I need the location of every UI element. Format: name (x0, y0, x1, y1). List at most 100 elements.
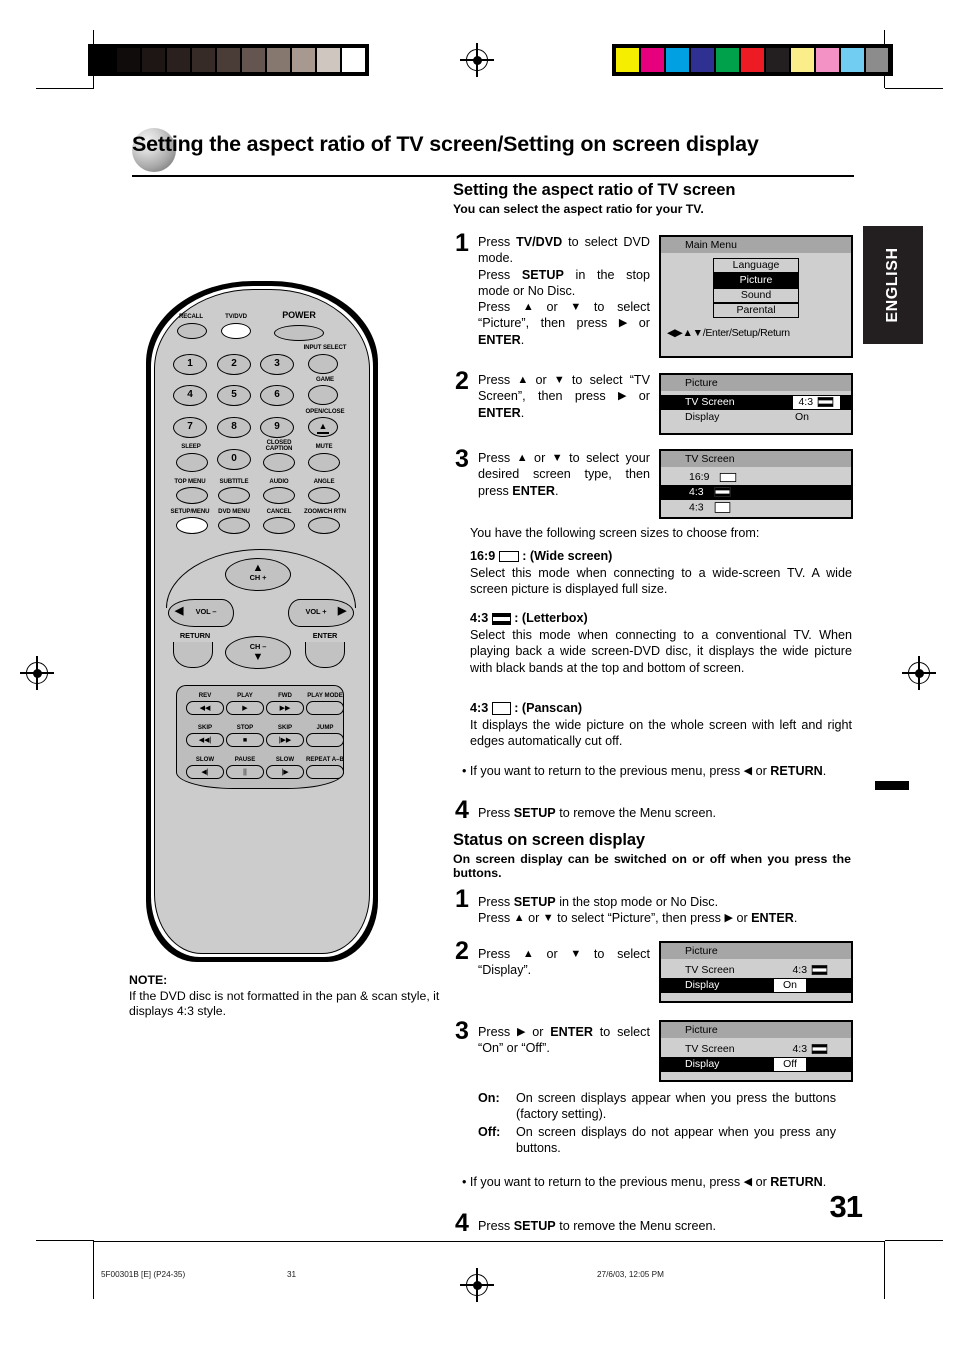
calibration-swatch-10 (866, 48, 889, 72)
step-number-a2: 2 (455, 367, 469, 395)
calibration-swatch-8 (816, 48, 839, 72)
mode-body-wide: Select this mode when connecting to a wi… (470, 566, 852, 597)
osd-main-menu-item-parental[interactable]: Parental (713, 303, 799, 318)
calibration-swatch-4 (192, 48, 215, 72)
calibration-swatch-3 (691, 48, 714, 72)
calibration-swatch-6 (242, 48, 265, 72)
tv-glyph-panscan-icon (714, 502, 730, 513)
osd-picture-display-off-title: Picture (661, 1022, 851, 1038)
calibration-swatch-6 (766, 48, 789, 72)
label-tvdvd: TV/DVD (225, 313, 247, 320)
label-7: 7 (187, 421, 193, 432)
return-bullet-aspect: • If you want to return to the previous … (462, 764, 827, 778)
osd-row-display[interactable]: Display On (661, 978, 851, 993)
crop-mark-top-right-h (885, 88, 943, 90)
note-title: NOTE: (129, 973, 168, 987)
tv-glyph-letterbox-icon (811, 965, 828, 976)
definition-on: On: On screen displays appear when you pr… (478, 1090, 848, 1123)
crop-mark-bottom-right-v (884, 1241, 886, 1299)
transport-button-jump[interactable] (306, 733, 344, 747)
osd-main-menu-item-language[interactable]: Language (713, 258, 799, 273)
transport-button-play[interactable]: ▶ (226, 701, 264, 715)
mode-name-panscan: : (Panscan) (514, 701, 583, 715)
osd-main-menu-item-picture[interactable]: Picture (713, 273, 799, 288)
osd-row-tv-screen[interactable]: TV Screen 4:3 (661, 963, 851, 978)
osd-row-display[interactable]: Display On (661, 410, 851, 425)
button-tvdvd[interactable] (221, 323, 251, 339)
osd-row-4-3-panscan[interactable]: 4:3 (661, 500, 851, 515)
transport-button-fwd[interactable]: ▶▶ (266, 701, 304, 715)
button-audio[interactable] (263, 487, 295, 504)
label-4: 4 (187, 389, 193, 400)
osd-row-label-16-9: 16:9 (689, 471, 710, 483)
label-vol-down: VOL – (195, 607, 217, 616)
remote-control-illustration: RECALL TV/DVD POWER 1 2 3 INPUT SELECT 4… (146, 281, 378, 962)
registration-mark-top (460, 43, 494, 77)
osd-row-value-display: Off (773, 1057, 807, 1072)
button-recall[interactable] (177, 323, 207, 339)
button-cancel[interactable] (263, 517, 295, 534)
footer-page-label: 31 (287, 1270, 297, 1279)
transport-button-stop[interactable]: ■ (226, 733, 264, 747)
label-ch-up: CH + (249, 573, 267, 582)
button-top-menu[interactable] (176, 487, 208, 504)
label-enter: ENTER (312, 631, 338, 640)
button-game[interactable] (308, 385, 338, 405)
mode-body-panscan: It displays the wide picture on the whol… (470, 718, 852, 749)
label-input-select: INPUT SELECT (303, 344, 347, 351)
transport-button-repeat-a-b[interactable] (306, 765, 344, 779)
button-closed-caption[interactable] (263, 453, 295, 472)
osd-row-16-9[interactable]: 16:9 (661, 470, 851, 485)
label-zoom-ch-rtn: ZOOM/CH RTN (304, 508, 346, 515)
osd-picture-display-on: Picture TV Screen 4:3 Display On (659, 941, 853, 1003)
osd-row-display[interactable]: Display Off (661, 1057, 851, 1072)
mode-body-letterbox: Select this mode when connecting to a co… (470, 628, 852, 675)
step-text-a1: Press TV/DVD to select DVD mode. Press SE… (478, 235, 650, 347)
calibration-swatch-1 (117, 48, 140, 72)
transport-button-play-mode[interactable] (306, 701, 344, 715)
tv-glyph-letterbox-icon (817, 397, 834, 408)
osd-row-tv-screen[interactable]: TV Screen 4:3 (661, 1042, 851, 1057)
osd-tv-screen-title: TV Screen (661, 451, 851, 467)
osd-row-value-display: On (773, 978, 807, 993)
button-setup-menu[interactable] (176, 517, 208, 534)
label-open-close: OPEN/CLOSE (305, 408, 345, 415)
note-block: NOTE: If the DVD disc is not formatted i… (129, 973, 449, 1020)
mode-label-letterbox: 4:3 (470, 611, 489, 625)
transport-button-rev[interactable]: ◀◀ (186, 701, 224, 715)
section-heading-status: Status on screen display (453, 831, 645, 849)
calibration-swatch-5 (741, 48, 764, 72)
transport-button-pause[interactable]: || (226, 765, 264, 779)
step-text-a2: Press ▲ or ▼ to select “TV Screen”, then… (478, 373, 650, 420)
tv-glyph-wide-icon (498, 551, 519, 563)
button-angle[interactable] (308, 487, 340, 504)
button-sleep[interactable] (176, 453, 208, 472)
button-input-select[interactable] (308, 354, 338, 374)
transport-button-skip[interactable]: |▶▶ (266, 733, 304, 747)
calibration-swatch-2 (666, 48, 689, 72)
button-subtitle[interactable] (218, 487, 250, 504)
osd-main-menu-footer-hint: ◀▶▲▼/Enter/Setup/Return (667, 327, 790, 339)
transport-button-slow[interactable]: ◀| (186, 765, 224, 779)
button-dvd-menu[interactable] (218, 517, 250, 534)
transport-button-slow[interactable]: |▶ (266, 765, 304, 779)
transport-label-repeat-a-b: REPEAT A–B (306, 756, 344, 763)
side-index-dash (875, 781, 909, 790)
ch-down-arrow-icon: ▼ (252, 651, 264, 663)
osd-row-label-tv-screen: TV Screen (685, 1043, 735, 1055)
button-zoom-ch-rtn[interactable] (308, 517, 340, 534)
definition-term-on: On: (478, 1091, 500, 1105)
transport-button-skip[interactable]: ◀◀| (186, 733, 224, 747)
title-underline (132, 175, 854, 178)
osd-row-4-3-letterbox[interactable]: 4:3 (661, 485, 851, 500)
button-power[interactable] (274, 325, 324, 341)
return-bullet-status: • If you want to return to the previous … (462, 1175, 827, 1189)
button-mute[interactable] (308, 453, 340, 472)
osd-row-tv-screen[interactable]: TV Screen 4:3 (661, 395, 851, 410)
step-number-a3: 3 (455, 445, 469, 473)
osd-main-menu-item-sound[interactable]: Sound (713, 288, 799, 303)
label-mute: MUTE (315, 443, 333, 450)
language-tab-english: ENGLISH (863, 226, 923, 344)
step-number-s2: 2 (455, 937, 469, 965)
mode-name-letterbox: : (Letterbox) (514, 611, 588, 625)
